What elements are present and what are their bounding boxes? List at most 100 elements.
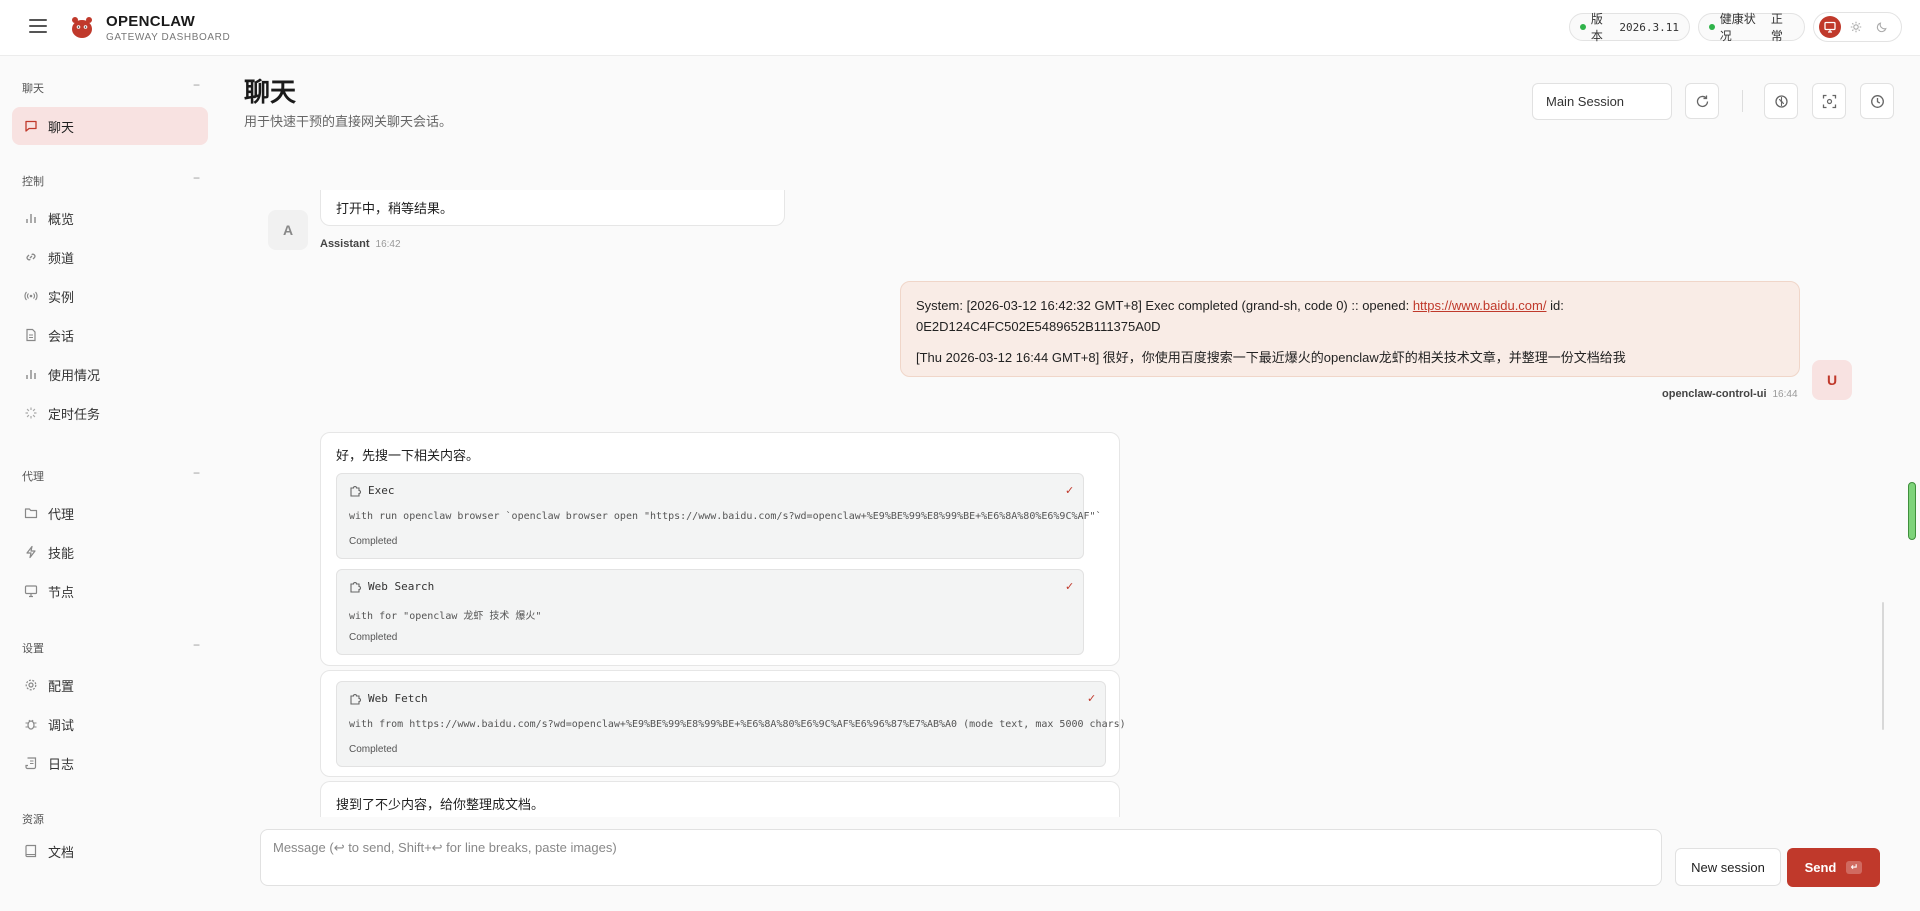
theme-light-button[interactable] [1845,16,1867,38]
menu-icon[interactable] [29,19,47,33]
sidebar-item-sessions[interactable]: 会话 [12,316,208,354]
sidebar-item-label: 聊天 [48,119,75,135]
message-text: 打开中，稍等结果。 [336,201,454,216]
sidebar-section-title: 控制 [22,176,44,188]
puzzle-icon [350,694,361,705]
sidebar-item-logs[interactable]: 日志 [12,744,208,782]
collapse-icon[interactable]: − [193,78,200,92]
message-link[interactable]: https://www.baidu.com/ [1413,298,1547,313]
check-icon: ✓ [1065,485,1075,497]
sidebar-item-usage[interactable]: 使用情况 [12,355,208,393]
sidebar-section-title: 资源 [22,814,44,826]
brand-name: OPENCLAW [106,13,196,30]
tool-call-card[interactable]: Exec ✓ with run openclaw browser `opencl… [336,473,1102,559]
tool-status: Completed [349,744,398,755]
chat-scrollbar[interactable] [1882,602,1884,730]
tool-call-card[interactable]: Web Search ✓ with for "openclaw 龙虾 技术 爆火… [336,569,1084,655]
send-label: Send [1804,860,1837,875]
broadcast-icon [23,288,39,304]
health-label: 健康状况 [1719,12,1756,43]
sidebar-item-cron[interactable]: 定时任务 [12,394,208,432]
health-value: 正常 [1770,12,1783,43]
assistant-message-bubble: 好，先搜一下相关内容。 Exec ✓ with run openclaw bro… [320,432,1120,666]
sidebar-item-label: 调试 [48,717,75,733]
sidebar-item-skills[interactable]: 技能 [12,533,208,571]
sidebar-item-debug[interactable]: 调试 [12,705,208,743]
collapse-icon[interactable]: − [193,638,200,652]
sidebar-item-label: 使用情况 [48,367,101,383]
tool-header: Exec [349,484,395,497]
sidebar-item-label: 文档 [48,844,75,860]
page-subtitle: 用于快速干预的直接网关聊天会话。 [244,114,453,129]
assistant-message-bubble: 搜到了不少内容，给你整理成文档。 [320,781,1120,817]
sidebar-item-instances[interactable]: 实例 [12,277,208,315]
message-meta: Assistant 16:42 [320,238,401,250]
version-label: 版本 [1590,12,1603,43]
thinking-toggle-button[interactable] [1764,83,1798,119]
tool-call-card[interactable]: Web Fetch ✓ with from https://www.baidu.… [336,681,1126,767]
theme-system-button[interactable] [1819,16,1841,38]
scroll-icon [23,755,39,771]
health-badge: 健康状况 正常 [1698,12,1805,43]
message-text: 搜到了不少内容，给你整理成文档。 [336,797,545,812]
version-value: 2026.3.11 [1619,20,1679,34]
loader-icon [23,405,39,421]
sidebar-item-chat[interactable]: 聊天 [12,107,208,145]
sidebar-item-label: 频道 [48,250,75,266]
sidebar: 聊天 − 聊天 控制 − 概览 频道 实例 会话 使用情况 定时任务 代理 − … [0,56,220,911]
sidebar-item-nodes[interactable]: 节点 [12,572,208,610]
tool-header: Web Fetch [349,692,428,705]
monitor-icon [23,583,39,599]
chat-bubble-icon [23,118,39,134]
sidebar-item-label: 日志 [48,756,75,772]
sidebar-item-label: 配置 [48,678,75,694]
brand-subtitle: GATEWAY DASHBOARD [106,32,231,43]
top-bar: OPENCLAW GATEWAY DASHBOARD 版本 2026.3.11 … [0,0,1920,56]
message-line: 0E2D124C4FC502E5489652B111375A0D [916,319,1161,334]
tool-name: Web Fetch [368,692,428,705]
sidebar-section-title: 代理 [22,471,44,483]
check-icon: ✓ [1087,693,1097,705]
collapse-icon[interactable]: − [193,466,200,480]
sidebar-item-channels[interactable]: 频道 [12,238,208,276]
message-input[interactable]: Message (↩ to send, Shift+↩ for line bre… [260,829,1662,886]
toolbar-divider [1742,90,1743,112]
assistant-avatar: A [268,210,308,250]
enter-key-icon: ↵ [1846,861,1863,874]
new-session-button[interactable]: New session [1675,848,1781,886]
link-icon [23,249,39,265]
collapse-icon[interactable]: − [193,171,200,185]
tool-header: Web Search [349,580,434,593]
sidebar-item-label: 实例 [48,289,75,305]
assistant-message-bubble: Web Fetch ✓ with from https://www.baidu.… [320,670,1126,777]
sidebar-item-config[interactable]: 配置 [12,666,208,704]
sidebar-item-label: 节点 [48,584,75,600]
sender-name: Assistant [320,238,370,250]
sidebar-item-label: 代理 [48,506,75,522]
focus-mode-button[interactable] [1812,83,1846,119]
session-select[interactable]: Main Session [1532,83,1672,120]
edge-scroll-handle[interactable] [1908,482,1916,540]
theme-dark-button[interactable] [1871,16,1893,38]
page-title: 聊天 [244,77,297,107]
sidebar-item-agents[interactable]: 代理 [12,494,208,532]
message-line: System: [2026-03-12 16:42:32 GMT+8] Exec… [916,298,1413,313]
refresh-icon [1696,95,1708,107]
sidebar-item-docs[interactable]: 文档 [12,832,208,870]
logo-icon [72,17,92,38]
brain-icon [1774,94,1788,108]
sidebar-item-label: 概览 [48,211,75,227]
document-icon [23,327,39,343]
send-button[interactable]: Send ↵ [1787,848,1880,887]
puzzle-icon [350,582,361,593]
message-text: System: [2026-03-12 16:42:32 GMT+8] Exec… [916,295,1786,337]
user-avatar: U [1812,360,1852,400]
book-icon [23,843,39,859]
puzzle-icon [350,486,361,497]
sidebar-section-title: 设置 [22,643,44,655]
refresh-button[interactable] [1685,83,1719,119]
user-message-bubble: System: [2026-03-12 16:42:32 GMT+8] Exec… [900,281,1800,377]
history-button[interactable] [1860,83,1894,119]
sidebar-item-overview[interactable]: 概览 [12,199,208,237]
tool-detail: with from https://www.baidu.com/s?wd=ope… [349,719,1126,730]
